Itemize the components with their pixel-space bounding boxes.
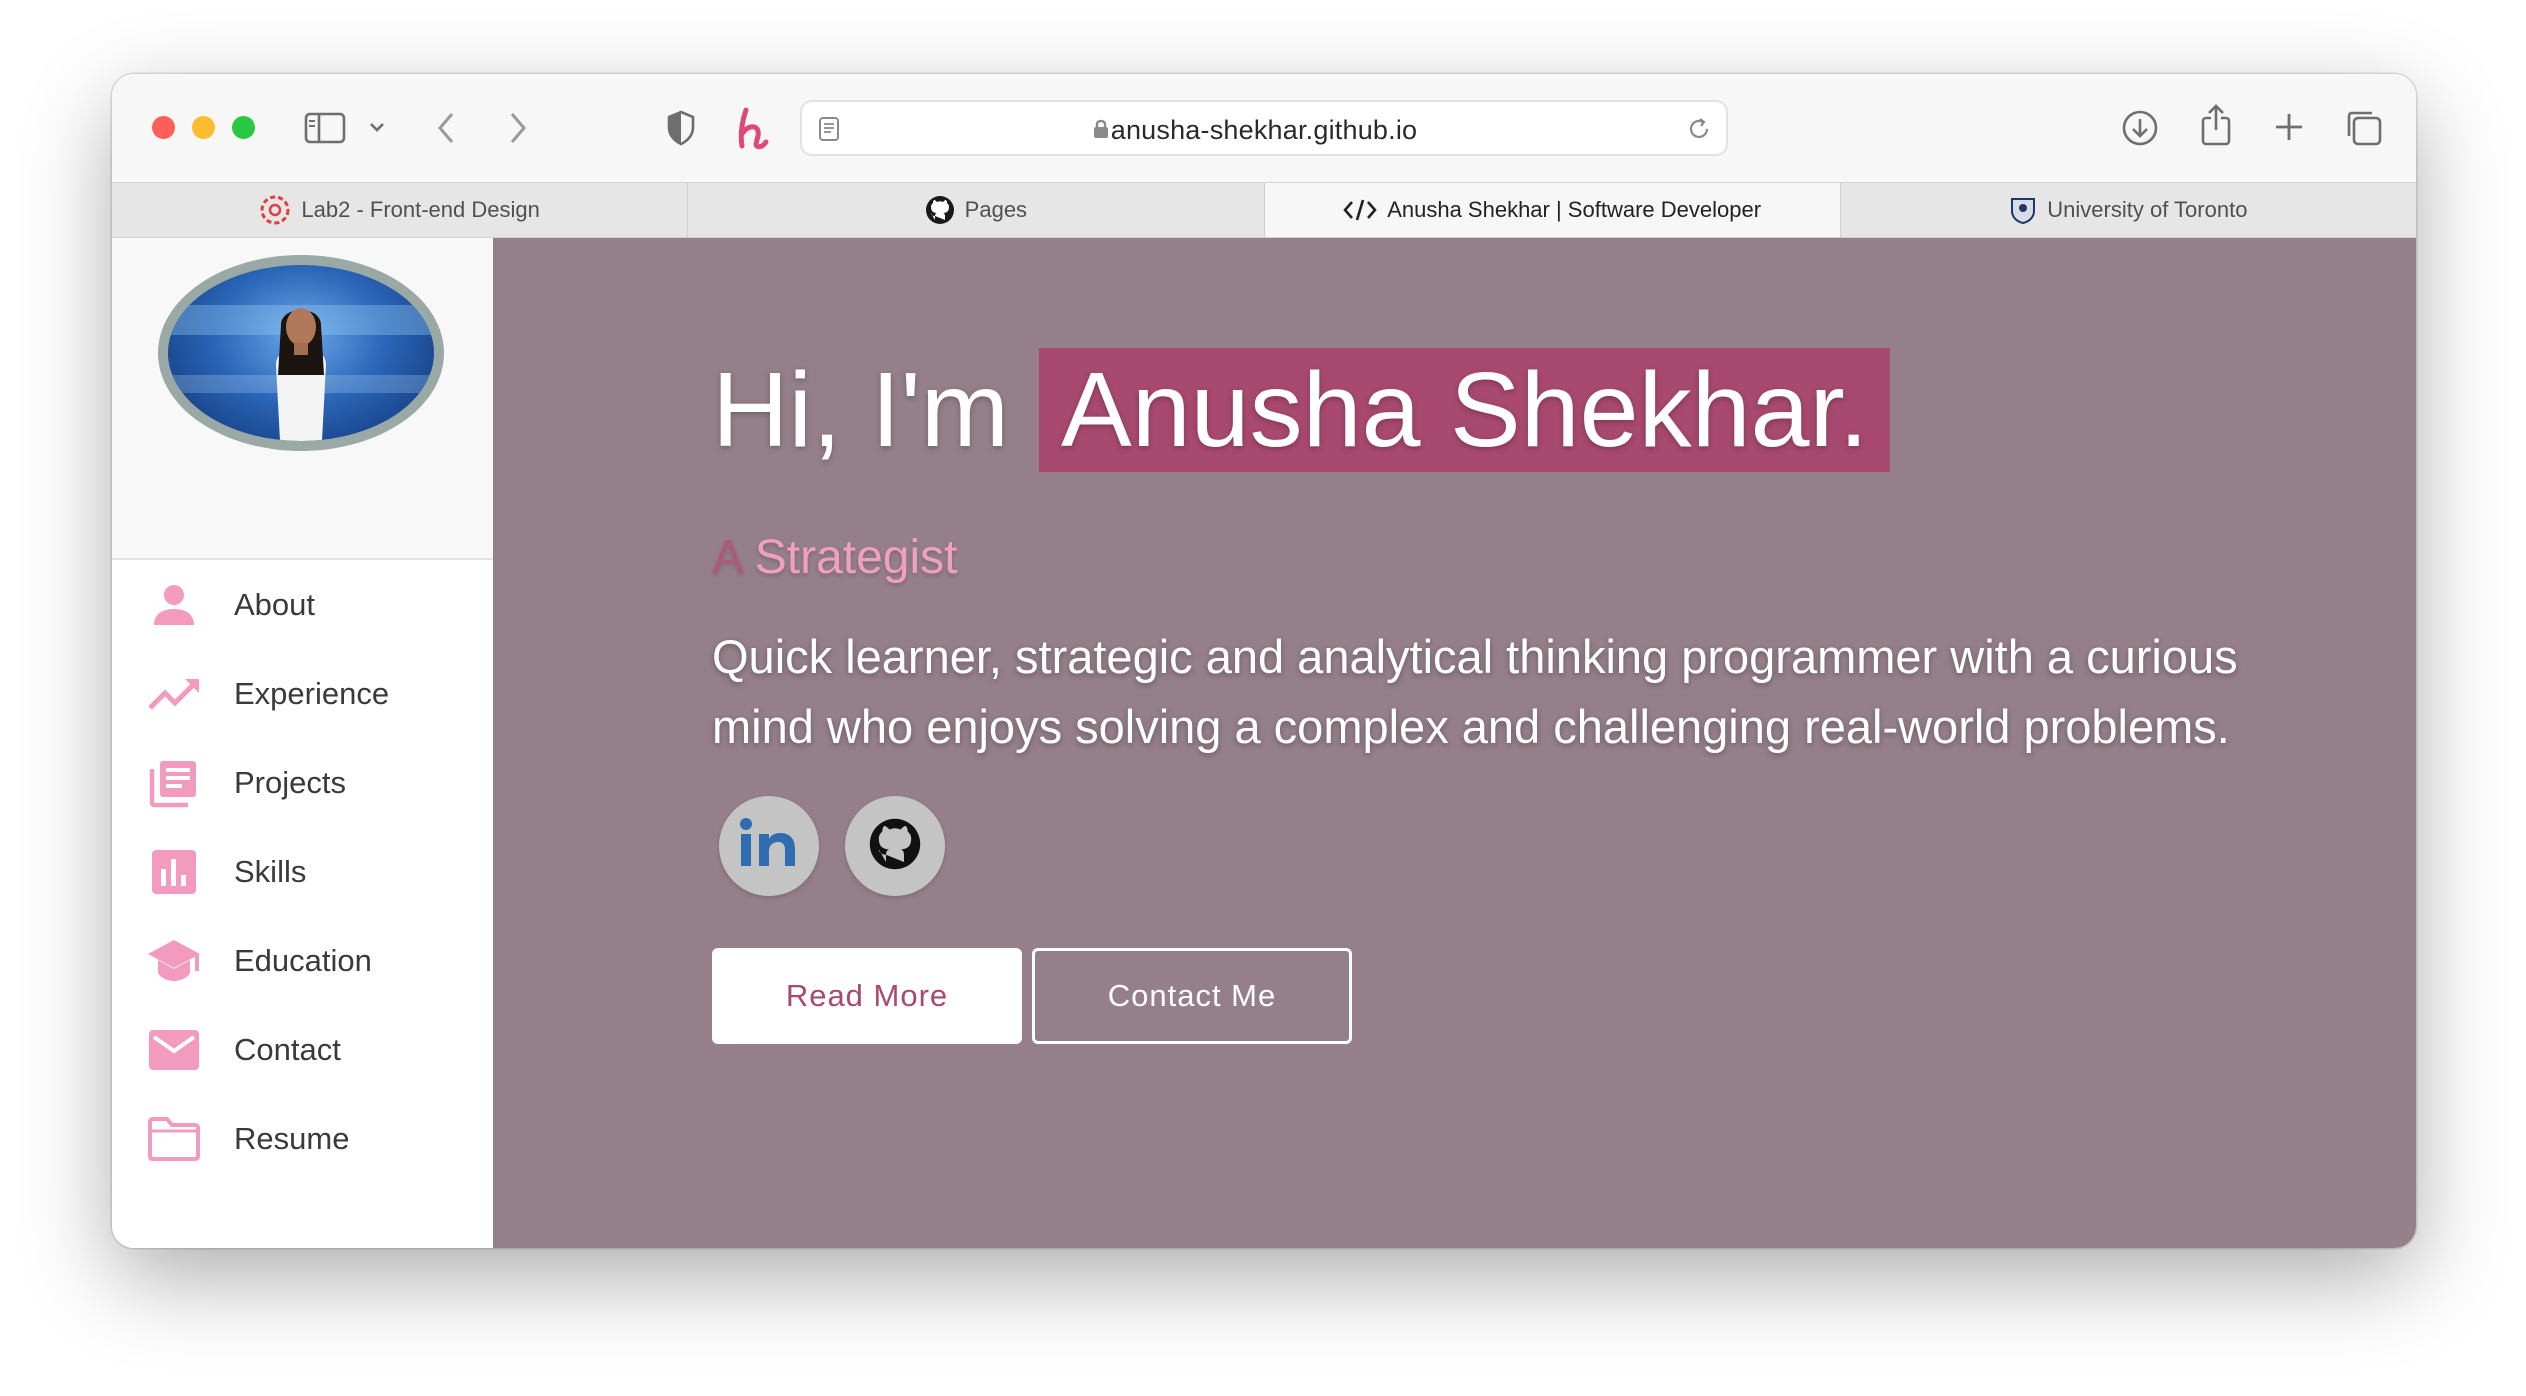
bar-chart-icon <box>146 844 202 900</box>
tab-bar: Lab2 - Front-end Design Pages Anusha She… <box>112 182 2416 238</box>
graduation-cap-icon <box>146 933 202 989</box>
web-page: About Experience Projects Skills Educati… <box>112 238 2416 1248</box>
github-link[interactable] <box>845 796 945 896</box>
sidebar-nav: About Experience Projects Skills Educati… <box>112 560 493 1183</box>
linkedin-link[interactable] <box>719 796 819 896</box>
sidebar: About Experience Projects Skills Educati… <box>112 238 493 1248</box>
tab-university-of-toronto[interactable]: University of Toronto <box>1841 183 2416 237</box>
sidebar-item-label: Contact <box>234 1031 341 1067</box>
role-typed-prefix: A <box>712 531 742 584</box>
trending-up-icon <box>146 666 202 722</box>
address-bar[interactable]: anusha-shekhar.github.io <box>800 100 1728 156</box>
hero-greeting: Hi, I'm <box>712 350 1009 469</box>
new-tab-icon[interactable] <box>2272 110 2306 144</box>
sidebar-item-label: About <box>234 586 316 622</box>
url-text: anusha-shekhar.github.io <box>1110 115 1418 145</box>
tab-label: Lab2 - Front-end Design <box>301 197 540 222</box>
sidebar-item-about[interactable]: About <box>112 560 493 649</box>
sidebar-item-skills[interactable]: Skills <box>112 827 493 916</box>
sidebar-toggle-icon[interactable] <box>304 112 346 144</box>
zoom-window-button[interactable] <box>232 116 255 139</box>
contact-me-button[interactable]: Contact Me <box>1032 948 1352 1044</box>
sidebar-item-label: Resume <box>234 1120 350 1156</box>
sidebar-item-resume[interactable]: Resume <box>112 1094 493 1183</box>
profile-section <box>112 238 493 560</box>
hero-role: A Strategist <box>712 530 957 585</box>
browser-window: anusha-shekhar.github.io Lab2 - Front-en… <box>112 74 2416 1248</box>
read-more-button[interactable]: Read More <box>712 948 1022 1044</box>
hero-name: Anusha Shekhar. <box>1039 348 1891 472</box>
share-icon[interactable] <box>2198 102 2234 148</box>
sidebar-item-label: Projects <box>234 764 346 800</box>
tab-pages[interactable]: Pages <box>688 183 1265 237</box>
canvas-logo-icon <box>259 194 291 226</box>
sidebar-item-label: Education <box>234 942 372 978</box>
tab-lab2[interactable]: Lab2 - Front-end Design <box>112 183 689 237</box>
folder-icon <box>146 1111 202 1167</box>
github-icon <box>925 195 955 225</box>
github-icon <box>868 817 922 876</box>
library-books-icon <box>146 755 202 811</box>
close-window-button[interactable] <box>152 116 175 139</box>
minimize-window-button[interactable] <box>192 116 215 139</box>
person-icon <box>146 577 202 633</box>
sidebar-item-experience[interactable]: Experience <box>112 649 493 738</box>
reload-icon[interactable] <box>1686 116 1712 147</box>
linkedin-icon <box>737 816 801 877</box>
hero-tagline: Quick learner, strategic and analytical … <box>712 630 2238 753</box>
role-text: Strategist <box>754 531 958 584</box>
back-icon[interactable] <box>434 110 458 146</box>
honey-extension-icon[interactable] <box>734 106 774 150</box>
download-icon[interactable] <box>2120 108 2160 148</box>
sidebar-item-label: Experience <box>234 675 390 711</box>
tab-label: University of Toronto <box>2047 197 2248 222</box>
forward-icon[interactable] <box>506 110 530 146</box>
tab-label: Pages <box>964 197 1028 222</box>
sidebar-item-education[interactable]: Education <box>112 916 493 1005</box>
hero-title: Hi, I'm Anusha Shekhar. <box>712 348 1891 472</box>
sidebar-item-label: Skills <box>234 853 307 889</box>
privacy-shield-icon[interactable] <box>666 110 696 146</box>
tab-anusha-shekhar[interactable]: Anusha Shekhar | Software Developer <box>1264 183 1841 237</box>
avatar <box>158 255 444 451</box>
tab-overview-icon[interactable] <box>2344 108 2384 148</box>
chevron-down-icon[interactable] <box>368 120 386 134</box>
mail-icon <box>146 1022 202 1078</box>
tab-label: Anusha Shekhar | Software Developer <box>1387 197 1762 222</box>
sidebar-item-projects[interactable]: Projects <box>112 738 493 827</box>
sidebar-item-contact[interactable]: Contact <box>112 1005 493 1094</box>
uoft-crest-icon <box>2009 195 2037 225</box>
social-links <box>719 796 945 896</box>
browser-toolbar: anusha-shekhar.github.io <box>112 74 2416 182</box>
code-icon <box>1343 197 1377 223</box>
hero-section: Hi, I'm Anusha Shekhar. A Strategist Qui… <box>493 238 2416 1248</box>
